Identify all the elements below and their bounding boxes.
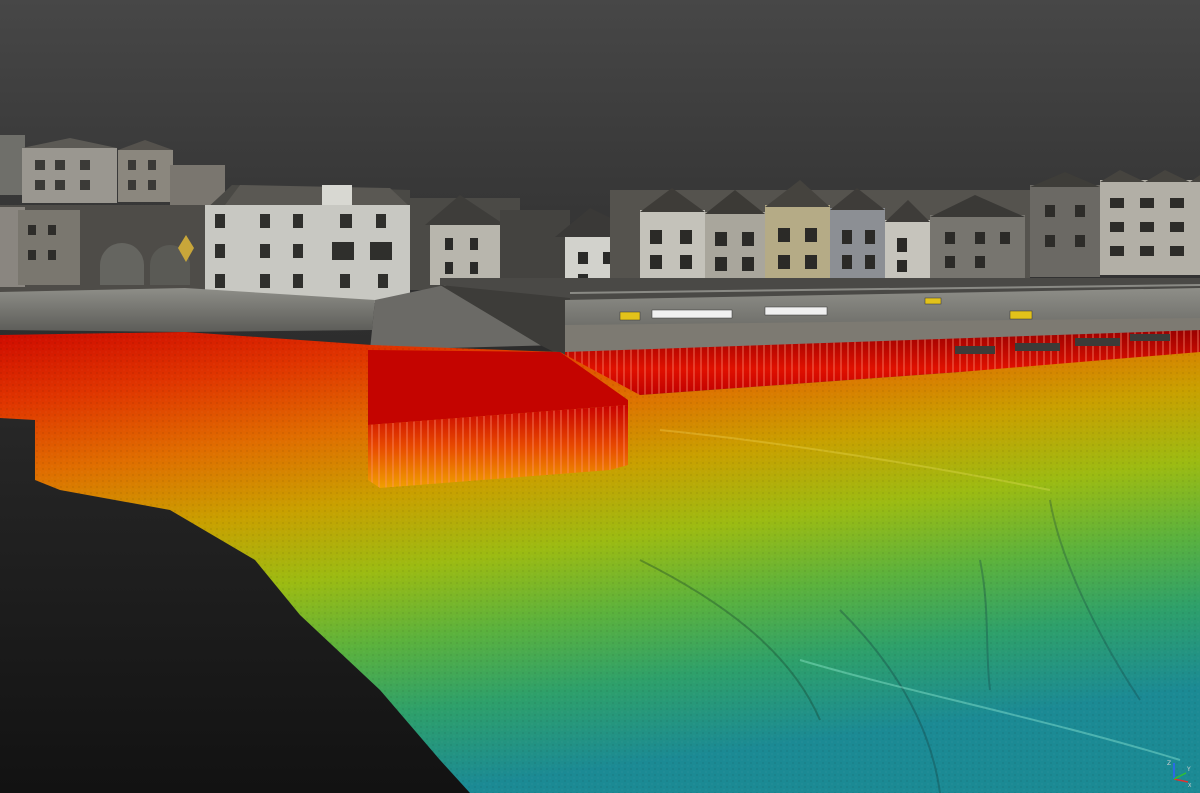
axis-y-label: Y (1186, 766, 1191, 773)
sign-3 (764, 306, 828, 316)
axis-x-label: X (1188, 783, 1192, 787)
axis-z-label: Z (1167, 760, 1171, 767)
distant-buildings-left (0, 135, 225, 205)
far-right-buildings (1030, 170, 1200, 277)
sign-1 (619, 311, 641, 321)
sign-5 (924, 297, 942, 305)
sign-4 (1009, 310, 1033, 320)
point-cloud-viewport[interactable]: Z Y X (0, 0, 1200, 793)
white-building (205, 185, 410, 303)
point-cloud-scene[interactable] (0, 0, 1200, 793)
sign-2 (651, 309, 733, 319)
axis-gizmo[interactable]: Z Y X (1164, 757, 1194, 787)
arch-wall (0, 205, 205, 293)
right-terrace (610, 180, 1030, 290)
